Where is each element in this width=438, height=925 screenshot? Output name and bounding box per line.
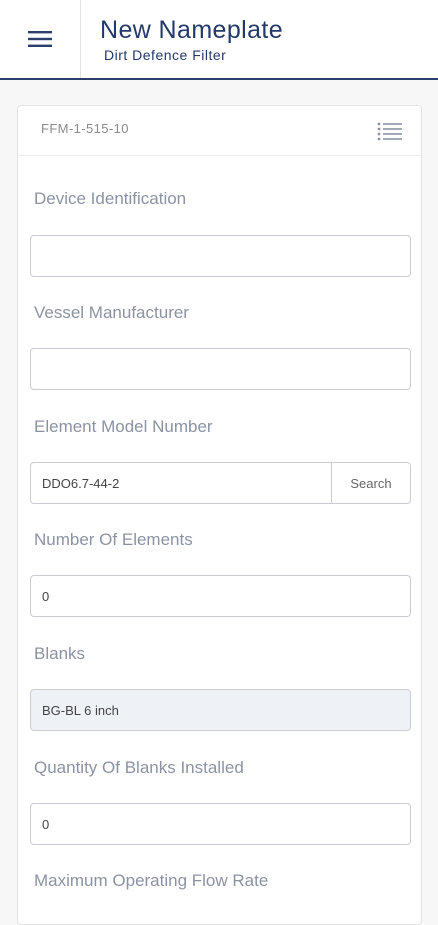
app-header: New Nameplate Dirt Defence Filter — [0, 0, 438, 80]
device-identification-label: Device Identification — [34, 189, 187, 208]
element-model-number-group: Search — [30, 462, 411, 504]
device-identification-input[interactable] — [30, 235, 411, 277]
element-model-number-input[interactable] — [30, 462, 331, 504]
number-of-elements-input[interactable] — [30, 575, 411, 617]
vessel-manufacturer-input[interactable] — [30, 348, 411, 390]
max-operating-flow-rate-label: Maximum Operating Flow Rate — [34, 871, 269, 890]
list-button[interactable] — [377, 120, 403, 142]
number-of-elements-label: Number Of Elements — [34, 530, 193, 549]
nameplate-form-card: FFM-1-515-10 Device Identification Vesse… — [17, 105, 422, 925]
menu-button[interactable] — [0, 0, 81, 78]
nameplate-code: FFM-1-515-10 — [41, 121, 129, 136]
vessel-manufacturer-label: Vessel Manufacturer — [34, 303, 189, 322]
quantity-of-blanks-input[interactable] — [30, 803, 411, 845]
header-titles: New Nameplate Dirt Defence Filter — [100, 14, 283, 64]
page-title: New Nameplate — [100, 16, 284, 44]
list-icon[interactable] — [377, 120, 403, 142]
page-subtitle: Dirt Defence Filter — [104, 47, 227, 63]
search-button[interactable]: Search — [331, 462, 411, 504]
quantity-of-blanks-label: Quantity Of Blanks Installed — [34, 758, 244, 777]
card-header: FFM-1-515-10 — [18, 106, 421, 156]
element-model-number-label: Element Model Number — [34, 417, 213, 436]
blanks-label: Blanks — [34, 644, 86, 663]
blanks-input[interactable] — [30, 689, 411, 731]
hamburger-menu-icon[interactable] — [28, 30, 52, 48]
